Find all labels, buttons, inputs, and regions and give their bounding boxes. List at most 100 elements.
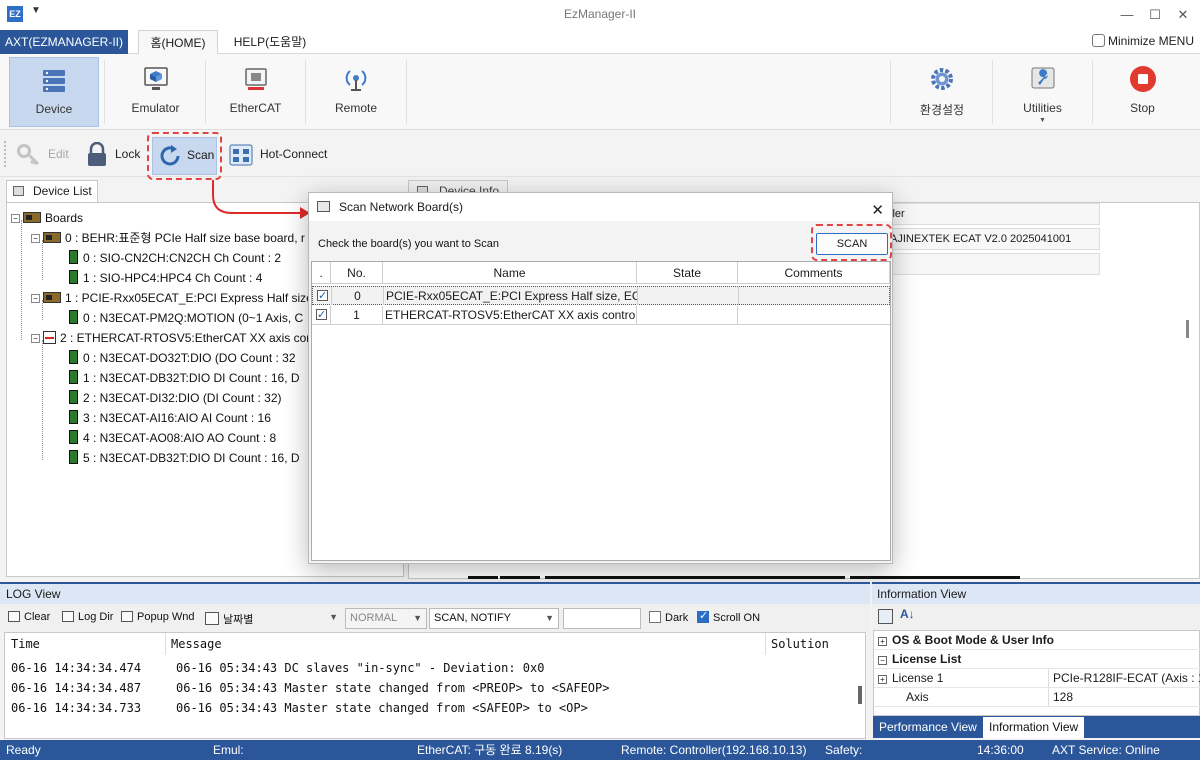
column-header-comments[interactable]: Comments [738, 262, 890, 284]
info-row-axis[interactable]: Axis 128 [874, 688, 1200, 707]
column-header-time[interactable]: Time [11, 637, 40, 651]
sort-alpha-icon[interactable]: A↓ [900, 607, 915, 621]
expand-icon[interactable]: + [878, 675, 887, 684]
info-category-label: License List [892, 652, 962, 666]
info-category-os[interactable]: + OS & Boot Mode & User Info [874, 631, 1200, 650]
dark-toggle[interactable]: Dark [649, 611, 688, 624]
info-category-license[interactable]: − License List [874, 650, 1200, 669]
board-row-1[interactable]: 1 ETHERCAT-RTOSV5:EtherCAT XX axis contr… [312, 306, 890, 325]
row-comments [738, 306, 890, 324]
popup-label: Popup Wnd [137, 611, 195, 623]
log-row[interactable]: 06-16 14:34:34.487 06-16 05:34:43 Master … [11, 681, 609, 695]
scroll-on-toggle[interactable]: Scroll ON [697, 609, 761, 624]
log-time: 06-16 14:34:34.487 [11, 681, 142, 695]
dialog-title: Scan Network Board(s) [339, 200, 464, 214]
log-message: 06-16 05:34:43 Master state changed from… [176, 681, 610, 695]
status-ethercat: EtherCAT: 구동 완료 8.19(s) [417, 743, 563, 757]
folder-icon [62, 611, 74, 622]
column-header-message[interactable]: Message [171, 637, 222, 651]
row-no: 1 [331, 306, 383, 324]
chevron-down-icon: ▼ [545, 613, 554, 623]
status-safety: Safety: [825, 743, 863, 757]
dark-label: Dark [665, 612, 689, 624]
categorized-icon[interactable] [878, 609, 893, 624]
row-checkbox[interactable] [316, 306, 327, 324]
filter-select[interactable]: SCAN, NOTIFY ▼ [429, 608, 559, 629]
status-remote: Remote: Controller(192.168.10.13) [621, 743, 807, 757]
column-header-name[interactable]: Name [383, 262, 637, 284]
row-name: ETHERCAT-RTOSV5:EtherCAT XX axis control… [385, 306, 637, 324]
scan-network-dialog: Scan Network Board(s) ✕ Check the board(… [308, 192, 893, 564]
row-checkbox-cell [312, 306, 331, 324]
log-toolbar: Clear Log Dir Popup Wnd 날짜별 ▼ NORMAL ▼ SC… [0, 604, 870, 632]
tab-information-view[interactable]: Information View [983, 717, 1085, 738]
row-checkbox[interactable] [317, 287, 328, 305]
information-view-header: Information View [872, 582, 1200, 604]
clear-label: Clear [24, 611, 51, 623]
board-grid[interactable]: . No. Name State Comments 0 PCIE-Rxx05EC… [311, 261, 891, 561]
status-time: 14:36:00 [977, 743, 1024, 757]
info-value: 128 [1048, 688, 1073, 706]
column-header-solution[interactable]: Solution [771, 637, 829, 651]
info-key: Axis [906, 690, 929, 704]
calendar-icon [205, 612, 219, 625]
level-select[interactable]: NORMAL ▼ [345, 608, 427, 629]
log-search-input[interactable] [563, 608, 641, 629]
dialog-title-bar[interactable]: Scan Network Board(s) ✕ [309, 193, 892, 221]
log-dir-label: Log Dir [78, 611, 114, 623]
dark-checkbox[interactable] [649, 611, 661, 623]
scroll-on-checkbox[interactable] [697, 609, 709, 623]
board-row-0[interactable]: 0 PCIE-Rxx05ECAT_E:PCI Express Half size… [312, 286, 890, 305]
status-ready: Ready [6, 743, 41, 757]
dialog-instruction: Check the board(s) you want to Scan [318, 238, 499, 250]
log-message: 06-16 05:34:43 DC slaves "in-sync" - Dev… [176, 661, 545, 675]
level-value: NORMAL [350, 612, 398, 624]
info-toolbar: A↓ [872, 604, 1200, 630]
scroll-on-label: Scroll ON [713, 612, 761, 624]
date-dropdown[interactable]: ▼ [260, 608, 342, 629]
log-scrollbar-thumb[interactable] [858, 686, 862, 704]
clear-button[interactable]: Clear [8, 611, 50, 623]
info-key: License 1 [892, 671, 944, 685]
column-header-no[interactable]: No. [331, 262, 383, 284]
column-divider [765, 633, 766, 655]
collapse-icon[interactable]: − [878, 656, 887, 665]
date-sort-button[interactable]: 날짜별 [205, 611, 253, 627]
log-message: 06-16 05:34:43 Master state changed from… [176, 701, 588, 715]
log-view-header: LOG View [0, 582, 870, 604]
info-category-label: OS & Boot Mode & User Info [892, 633, 1054, 647]
log-time: 06-16 14:34:34.733 [11, 701, 142, 715]
scan-confirm-button[interactable]: SCAN [816, 233, 888, 255]
popup-wnd-button[interactable]: Popup Wnd [121, 611, 194, 623]
date-sort-label: 날짜별 [223, 614, 254, 626]
row-checkbox-cell [313, 287, 332, 305]
log-time: 06-16 14:34:34.474 [11, 661, 142, 675]
information-grid[interactable]: + OS & Boot Mode & User Info − License Lis… [873, 630, 1200, 716]
tab-performance-view[interactable]: Performance View [873, 717, 983, 738]
info-value: PCIe-R128IF-ECAT (Axis : 12 [1048, 669, 1200, 687]
log-table[interactable]: Time Message Solution 06-16 14:34:34.474… [4, 632, 866, 739]
row-state [637, 306, 738, 324]
row-name: PCIE-Rxx05ECAT_E:PCI Express Half size, … [386, 287, 638, 305]
status-service: AXT Service: Online [1052, 743, 1160, 757]
log-row[interactable]: 06-16 14:34:34.474 06-16 05:34:43 DC slav… [11, 661, 544, 675]
clear-icon [8, 611, 20, 622]
row-no: 0 [332, 287, 384, 305]
expand-icon[interactable]: + [878, 637, 887, 646]
column-header-state[interactable]: State [637, 262, 738, 284]
chevron-down-icon: ▼ [413, 613, 422, 623]
close-icon[interactable]: ✕ [871, 197, 884, 225]
popup-icon [121, 611, 133, 622]
info-tabbar: Performance View Information View [873, 716, 1200, 738]
filter-value: SCAN, NOTIFY [434, 612, 512, 624]
column-header-select[interactable]: . [312, 262, 331, 284]
window-icon [317, 201, 330, 212]
status-emul: Emul: [213, 743, 244, 757]
info-row-license1[interactable]: + License 1 PCIe-R128IF-ECAT (Axis : 12 [874, 669, 1200, 688]
column-divider [165, 633, 166, 655]
log-row[interactable]: 06-16 14:34:34.733 06-16 05:34:43 Master … [11, 701, 588, 715]
row-comments [739, 287, 891, 305]
chevron-down-icon: ▼ [329, 612, 338, 622]
status-bar: Ready Emul: EtherCAT: 구동 완료 8.19(s) Remo… [0, 740, 1200, 760]
log-dir-button[interactable]: Log Dir [62, 611, 113, 623]
